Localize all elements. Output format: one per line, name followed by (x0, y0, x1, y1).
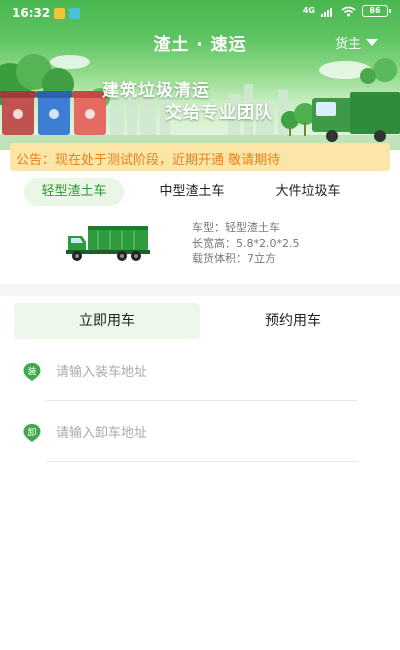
unload-badge-text: 卸 (27, 427, 36, 439)
app-screen: 16:32 4G 86 渣土 · 速运 货主 建筑垃圾清运 交给专业团队 公告：… (0, 0, 400, 650)
recycle-bins-icon (0, 91, 108, 135)
tab-bulky-waste-truck[interactable]: 大件垃圾车 (258, 178, 358, 206)
section-divider (0, 284, 400, 296)
load-location-icon: 装 (23, 363, 41, 381)
vehicle-type-tabs: 轻型渣土车 中型渣土车 大件垃圾车 (0, 178, 400, 206)
header-banner: 16:32 4G 86 渣土 · 速运 货主 建筑垃圾清运 交给专业团队 (0, 0, 400, 150)
role-selector[interactable]: 货主 (335, 33, 378, 52)
truck-icon (66, 226, 150, 261)
status-time: 16:32 (12, 6, 51, 20)
load-address-row[interactable]: 装 (22, 350, 358, 406)
status-indicators: 4G 86 (302, 5, 391, 17)
role-label: 货主 (334, 37, 361, 52)
truck-dimensions: 长宽高：5.8*2.0*2.5 (192, 236, 300, 250)
unload-address-row[interactable]: 卸 (22, 411, 358, 467)
notice-text: 公告：现在处于测试阶段，近期开通 敬请期待 (16, 153, 281, 168)
tab-reserve[interactable]: 预约用车 (200, 303, 386, 339)
input-underline (46, 400, 358, 401)
battery-icon: 86 (362, 5, 391, 17)
truck-spec-info: 车型：轻型渣土车 长宽高：5.8*2.0*2.5 载货体积：7立方 (192, 220, 299, 267)
unload-location-icon: 卸 (23, 424, 41, 442)
truck-volume: 载货体积：7立方 (192, 252, 276, 265)
signal-icon (321, 7, 332, 17)
wifi-icon (341, 6, 356, 16)
status-bar: 16:32 4G 86 (0, 0, 400, 28)
order-type-tabs: 立即用车 预约用车 (14, 303, 386, 339)
chevron-down-icon (366, 39, 378, 46)
input-underline (46, 461, 358, 462)
load-badge-text: 装 (27, 366, 36, 378)
tab-light-truck[interactable]: 轻型渣土车 (24, 178, 124, 206)
network-type: 4G (302, 6, 315, 15)
notice-bar: 公告：现在处于测试阶段，近期开通 敬请期待 (10, 143, 390, 171)
unload-address-input[interactable] (56, 419, 346, 447)
tab-use-now[interactable]: 立即用车 (14, 303, 200, 339)
tab-medium-truck[interactable]: 中型渣土车 (142, 178, 242, 206)
notification-app-icon (54, 8, 65, 19)
banner-slogan-line2: 交给专业团队 (165, 103, 273, 123)
load-address-input[interactable] (56, 358, 346, 386)
notification-check-icon (69, 8, 80, 19)
truck-model: 车型：轻型渣土车 (192, 221, 280, 234)
